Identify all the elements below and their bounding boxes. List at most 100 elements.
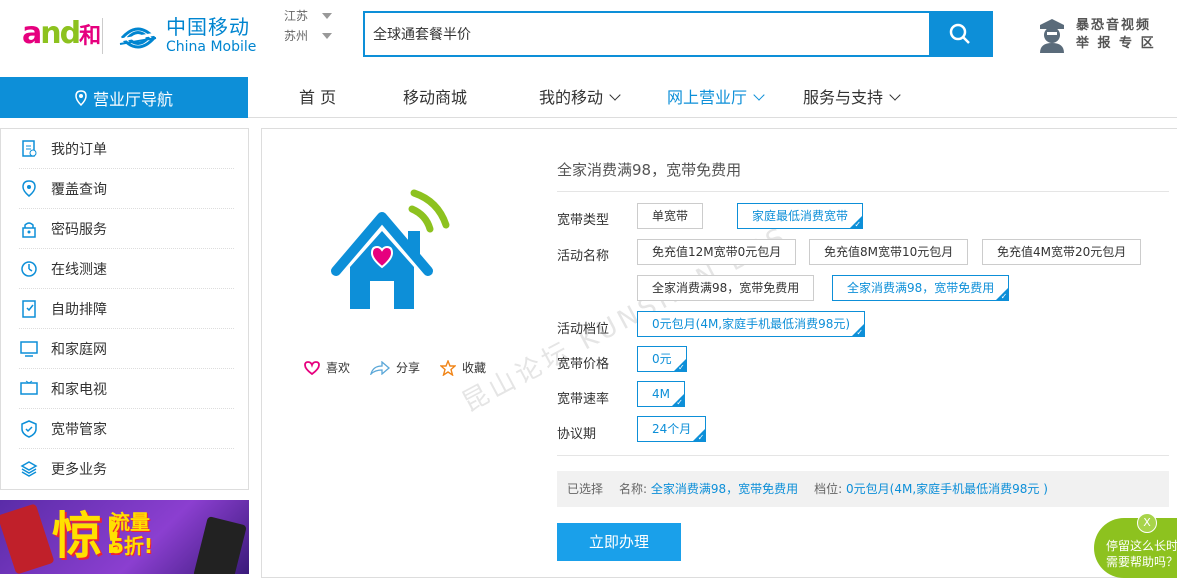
- sidebar-item-label: 宽带管家: [51, 421, 107, 438]
- selection-summary: 已选择 名称: 全家消费满98，宽带免费用 档位: 0元包月(4M,家庭手机最低…: [557, 471, 1169, 507]
- promo-banner[interactable]: 惊! 流量 5折!: [0, 500, 249, 574]
- nav-mall[interactable]: 移动商城: [403, 77, 467, 118]
- heart-icon: [304, 360, 320, 375]
- summary-tier-value: 0元包月(4M,家庭手机最低消费98元 ): [846, 482, 1048, 496]
- layers-icon: [19, 459, 39, 479]
- help-close-button[interactable]: X: [1137, 513, 1157, 533]
- like-label: 喜欢: [326, 361, 351, 375]
- summary-name-label: 名称:: [619, 482, 648, 496]
- sidebar-item-password[interactable]: 密码服务: [19, 209, 234, 249]
- share-label: 分享: [396, 361, 421, 375]
- search-bar: [363, 11, 993, 57]
- product-panel: 喜欢 分享 收藏 昆山论坛 KUNSHAN BBS 全家消费满98，宽带免费用 …: [261, 128, 1177, 578]
- sidebar-item-troubleshoot[interactable]: 自助排障: [19, 289, 234, 329]
- city-value: 苏州: [284, 29, 309, 43]
- and-logo-nd: nd: [40, 16, 81, 51]
- option-speed[interactable]: 4M: [637, 381, 685, 410]
- chevron-down-icon: [753, 89, 765, 101]
- report-zone-link[interactable]: 暴恐音视频 举 报 专 区: [1038, 17, 1156, 53]
- divider: [557, 191, 1169, 192]
- monitor-icon: [19, 339, 39, 359]
- share-icon: [370, 360, 391, 375]
- option-8m-10[interactable]: 免充值8M宽带10元包月: [809, 239, 969, 265]
- tier-label: 活动档位: [557, 322, 610, 337]
- apply-now-button[interactable]: 立即办理: [557, 523, 681, 561]
- banner-subline: 流量 5折!: [110, 510, 153, 558]
- option-term[interactable]: 24个月: [637, 416, 707, 445]
- order-icon: [19, 139, 39, 159]
- header: and和 中国移动 China Mobile 江苏 苏州 全球通套餐半价 暴恐音…: [0, 0, 1177, 77]
- sidebar-item-orders[interactable]: 我的订单: [19, 129, 234, 169]
- sidebar-item-label: 自助排障: [51, 301, 107, 318]
- brand-en: China Mobile: [166, 39, 257, 55]
- summary-tier: 档位: 0元包月(4M,家庭手机最低消费98元 ): [814, 471, 1048, 507]
- phone-image: [193, 516, 247, 574]
- sidebar: 我的订单 覆盖查询 密码服务 在线测速 自助排障 和家庭网 和家电视 宽带管家 …: [0, 128, 249, 490]
- price-label: 宽带价格: [557, 357, 610, 372]
- option-12m-free[interactable]: 免充值12M宽带0元包月: [637, 239, 797, 265]
- option-tier-0[interactable]: 0元包月(4M,家庭手机最低消费98元): [637, 311, 866, 340]
- and-logo-a: a: [22, 16, 42, 51]
- sidebar-item-label: 在线测速: [51, 261, 107, 278]
- summary-name: 名称: 全家消费满98，宽带免费用: [619, 471, 798, 507]
- search-button[interactable]: [929, 13, 991, 55]
- store-guide-button[interactable]: 营业厅导航: [0, 77, 248, 118]
- sidebar-item-label: 和家庭网: [51, 341, 107, 358]
- option-4m-20[interactable]: 免充值4M宽带20元包月: [982, 239, 1142, 265]
- sidebar-item-label: 我的订单: [51, 141, 107, 158]
- option-family-min-broadband[interactable]: 家庭最低消费宽带: [737, 203, 864, 232]
- activity-label: 活动名称: [557, 249, 610, 264]
- report-line2: 举 报 专 区: [1076, 36, 1156, 51]
- city-select[interactable]: 苏州: [284, 26, 333, 46]
- province-select[interactable]: 江苏: [284, 6, 333, 26]
- nav-online-hall[interactable]: 网上营业厅: [667, 77, 765, 118]
- sidebar-item-label: 覆盖查询: [51, 181, 107, 198]
- sidebar-item-broadband-manager[interactable]: 宽带管家: [19, 409, 234, 449]
- logo-divider: [102, 18, 103, 54]
- sidebar-item-more[interactable]: 更多业务: [19, 449, 234, 489]
- sidebar-item-speedtest[interactable]: 在线测速: [19, 249, 234, 289]
- and-logo-he: 和: [79, 24, 102, 49]
- speed-icon: [19, 259, 39, 279]
- chevron-down-icon: [322, 33, 333, 39]
- china-mobile-logo-icon[interactable]: [116, 16, 160, 60]
- chevron-down-icon: [889, 89, 901, 101]
- summary-tier-label: 档位:: [814, 482, 843, 496]
- summary-selected-label: 已选择: [567, 482, 604, 496]
- help-line2: 需要帮助吗？: [1106, 555, 1177, 569]
- brand-cn: 中国移动: [166, 15, 250, 39]
- search-icon: [949, 23, 970, 44]
- help-bubble[interactable]: 停留这么长时 需要帮助吗？: [1094, 518, 1177, 578]
- sidebar-item-family-tv[interactable]: 和家电视: [19, 369, 234, 409]
- nav-home[interactable]: 首 页: [299, 77, 336, 118]
- option-single-broadband[interactable]: 单宽带: [637, 203, 704, 229]
- search-input[interactable]: [365, 13, 929, 55]
- region-selector: 江苏 苏州: [284, 6, 333, 46]
- nav-my-mobile-label: 我的移动: [539, 88, 604, 107]
- china-mobile-wordmark: 中国移动 China Mobile: [166, 15, 256, 55]
- sidebar-item-family-net[interactable]: 和家庭网: [19, 329, 234, 369]
- smart-home-icon: [331, 189, 450, 309]
- chevron-down-icon: [322, 13, 333, 19]
- store-guide-label: 营业厅导航: [92, 89, 173, 109]
- nav-service-support[interactable]: 服务与支持: [803, 77, 901, 118]
- star-icon: [440, 359, 457, 376]
- option-family-98-selected[interactable]: 全家消费满98，宽带免费用: [832, 275, 1010, 304]
- location-icon: [19, 179, 39, 199]
- and-logo[interactable]: and和: [22, 14, 101, 57]
- main-nav: 营业厅导航 首 页 移动商城 我的移动 网上营业厅 服务与支持: [0, 77, 1177, 118]
- location-pin-icon: [75, 89, 87, 106]
- nav-online-hall-label: 网上营业厅: [667, 88, 748, 107]
- product-title: 全家消费满98，宽带免费用: [557, 161, 742, 179]
- nav-my-mobile[interactable]: 我的移动: [539, 77, 621, 118]
- banner-subline-1: 流量: [110, 510, 150, 534]
- phone-image: [0, 503, 55, 574]
- report-text: 暴恐音视频 举 报 专 区: [1076, 17, 1156, 53]
- like-button[interactable]: 喜欢: [304, 359, 350, 376]
- report-line1: 暴恐音视频: [1076, 18, 1152, 33]
- sidebar-item-coverage[interactable]: 覆盖查询: [19, 169, 234, 209]
- share-button[interactable]: 分享: [370, 359, 420, 376]
- option-family-98[interactable]: 全家消费满98，宽带免费用: [637, 275, 815, 301]
- police-icon: [1040, 19, 1064, 53]
- option-price[interactable]: 0元: [637, 346, 687, 375]
